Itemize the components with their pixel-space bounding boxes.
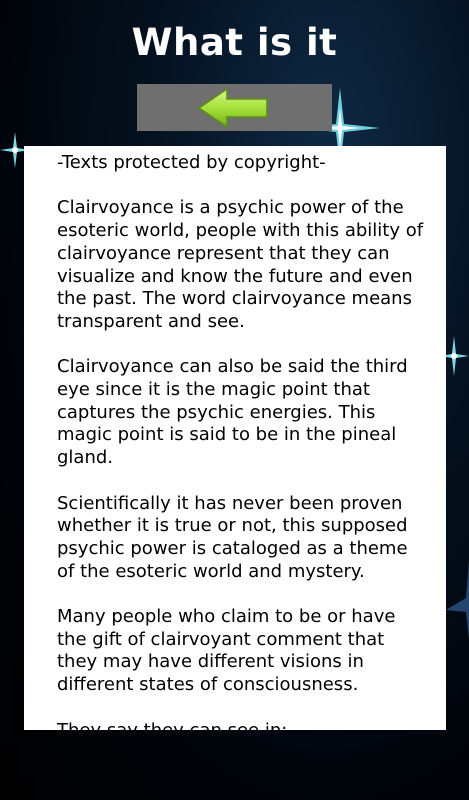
left-arrow-icon [197,87,268,129]
article-text: -Texts protected by copyright- Clairvoya… [24,146,446,730]
paragraph: Clairvoyance is a psychic power of the e… [57,197,424,332]
paragraph: Many people who claim to be or have the … [57,606,396,696]
content-panel[interactable]: -Texts protected by copyright- Clairvoya… [24,146,446,730]
paragraph: They say they can see in: [57,719,288,731]
paragraph: Scientifically it has never been proven … [57,492,408,582]
page-title: What is it [131,21,338,64]
copyright-notice: -Texts protected by copyright- [57,152,326,173]
paragraph: Clairvoyance can also be said the third … [57,356,408,469]
back-button[interactable] [137,84,332,131]
sparkle-icon [446,560,469,640]
